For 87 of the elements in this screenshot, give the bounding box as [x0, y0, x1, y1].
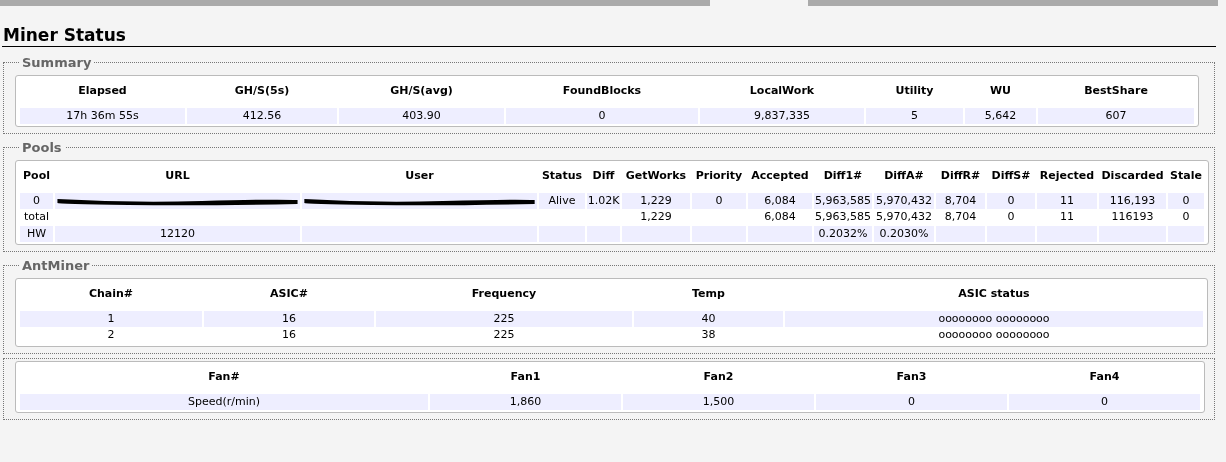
column-header: Chain# [88, 287, 134, 301]
column-header: DiffS# [991, 169, 1031, 183]
table-cell: 607 [1105, 108, 1127, 122]
column-header: DiffR# [940, 169, 981, 183]
column-header: Fan4 [1089, 370, 1120, 384]
section-legend: Summary [19, 53, 95, 73]
table-cell: 0 [1101, 394, 1108, 408]
table-cell: HW [26, 226, 47, 240]
table-cell: 5,963,585 [815, 193, 871, 207]
table-cell: 0 [1007, 210, 1015, 223]
column-header: Diff1# [823, 169, 863, 183]
column-header: BestShare [1084, 84, 1148, 98]
column-header: FoundBlocks [562, 84, 642, 98]
table-cell: 16 [282, 311, 296, 325]
table-cell: 0 [715, 193, 723, 207]
column-header: Pool [23, 169, 50, 183]
table-cell: 403.90 [402, 108, 441, 122]
column-header: User [405, 169, 434, 183]
table-cell: 9,837,335 [754, 108, 810, 122]
table-cell: 0 [908, 394, 915, 408]
column-header: GetWorks [625, 169, 687, 183]
column-header: Fan# [208, 370, 240, 384]
column-header: Diff [592, 169, 615, 183]
table-cell: 8,704 [944, 210, 977, 223]
table-cell: 0 [1182, 210, 1190, 223]
column-header: Fan3 [896, 370, 927, 384]
table-cell: 2 [107, 328, 115, 341]
table-cell: 1 [107, 311, 115, 325]
section-legend: Pools [19, 138, 65, 158]
column-header: ASIC status [958, 287, 1030, 301]
column-header: Status [541, 169, 583, 183]
table-cell: 412.56 [242, 108, 282, 122]
table-cell: 6,084 [764, 210, 796, 223]
column-header: LocalWork [749, 84, 815, 98]
table-cell: 1,229 [640, 193, 672, 207]
column-header: Accepted [751, 169, 809, 183]
column-header: Elapsed [78, 84, 127, 98]
table-cell: 116,193 [1109, 193, 1156, 207]
table-cell: 5,970,432 [876, 193, 932, 207]
table-cell: 16 [282, 328, 296, 341]
column-header: Discarded [1101, 169, 1164, 183]
column-header: Stale [1170, 169, 1202, 183]
table-cell: 8,704 [944, 193, 977, 207]
table-cell: oooooooo oooooooo [938, 311, 1050, 325]
column-header: Temp [692, 287, 725, 301]
page-title: Miner Status [3, 24, 127, 46]
table-cell: Alive [548, 193, 576, 207]
table-cell: 1,860 [509, 394, 542, 408]
table-cell: 225 [493, 311, 515, 325]
table-cell: 0.2030% [879, 226, 929, 240]
section-legend: AntMiner [19, 256, 93, 276]
column-header: ASIC# [270, 287, 308, 301]
table-cell: 0.2032% [818, 226, 868, 240]
table-cell: 0 [598, 108, 606, 122]
table-cell: 0 [1007, 193, 1015, 207]
table-cell: 0 [33, 193, 40, 207]
table-cell: 12120 [160, 226, 195, 240]
table-cell: 40 [701, 311, 716, 325]
column-header: URL [165, 169, 190, 183]
table-cell: 1,500 [702, 394, 735, 408]
column-header: Frequency [471, 287, 537, 301]
table-cell: 0 [1182, 193, 1190, 207]
table-cell: Speed(r/min) [187, 394, 260, 408]
column-header: Priority [695, 169, 743, 183]
table-cell: 225 [493, 328, 515, 341]
table-cell: oooooooo oooooooo [938, 328, 1050, 341]
table-cell: 17h 36m 55s [66, 108, 139, 122]
table-cell: 38 [701, 328, 716, 341]
table-cell: 5,970,432 [876, 210, 932, 223]
column-header: Fan1 [510, 370, 541, 384]
table-cell: 11 [1060, 210, 1074, 223]
table-cell: 5 [911, 108, 918, 122]
column-header: WU [989, 84, 1012, 98]
column-header: DiffA# [884, 169, 924, 183]
table-cell: 5,642 [984, 108, 1017, 122]
column-header: GH/S(avg) [390, 84, 453, 98]
column-header: Rejected [1039, 169, 1095, 183]
table-cell: 1,229 [640, 210, 672, 223]
table-cell: 116193 [1111, 210, 1154, 223]
table-cell: 5,963,585 [815, 210, 871, 223]
column-header: Utility [895, 84, 934, 98]
table-cell: 11 [1060, 193, 1074, 207]
table-cell: 6,084 [764, 193, 796, 207]
column-header: GH/S(5s) [234, 84, 290, 98]
table-cell: 1.02K [587, 193, 620, 207]
table-cell: total [23, 210, 50, 223]
column-header: Fan2 [703, 370, 734, 384]
